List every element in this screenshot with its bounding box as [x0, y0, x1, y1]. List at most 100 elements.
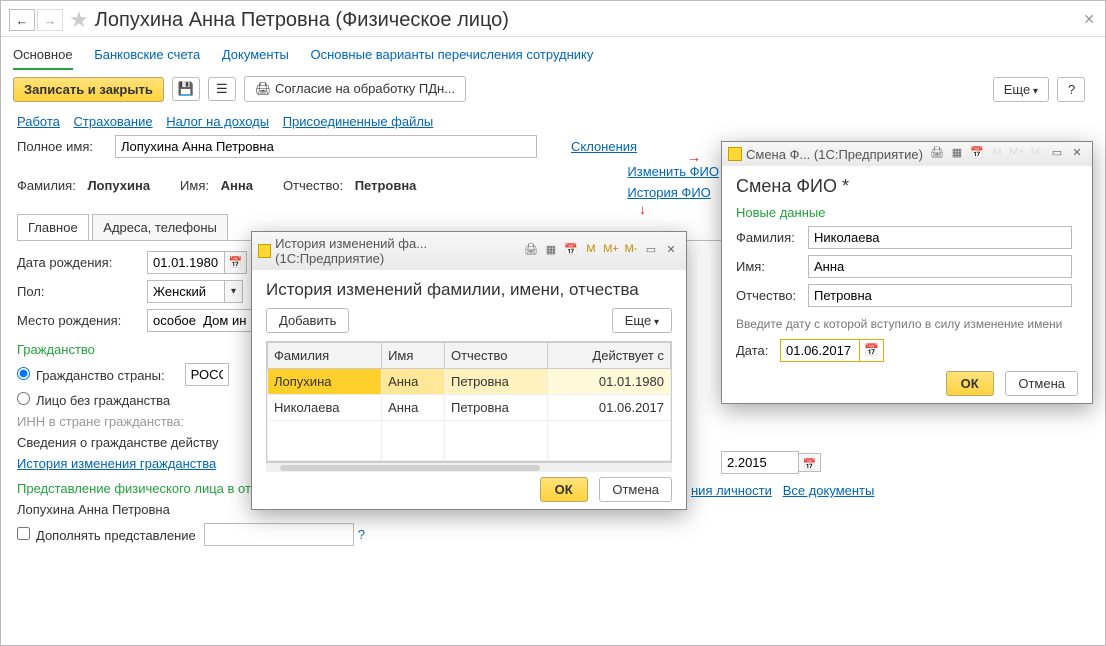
- history-modal: История изменений фа... (1C:Предприятие)…: [251, 231, 687, 510]
- link-files[interactable]: Присоединенные файлы: [283, 114, 434, 129]
- partial-date-input[interactable]: [721, 451, 799, 474]
- print-icon[interactable]: 🖨: [928, 146, 946, 162]
- m-icon: M: [988, 146, 1006, 162]
- doc-links: ния личности Все документы: [691, 483, 874, 498]
- extend-rep-input[interactable]: [204, 523, 354, 546]
- consent-button[interactable]: 🖨 Согласие на обработку ПДн...: [244, 76, 466, 102]
- extend-rep-checkbox[interactable]: Дополнять представление: [17, 527, 196, 543]
- calendar-icon[interactable]: 📅: [859, 340, 883, 361]
- pob-input[interactable]: [147, 309, 257, 332]
- calc-icon[interactable]: ▦: [542, 243, 560, 259]
- history-cancel-button[interactable]: Отмена: [599, 477, 672, 502]
- link-insurance[interactable]: Страхование: [74, 114, 153, 129]
- mplus-icon[interactable]: M+: [602, 243, 620, 259]
- history-add-button[interactable]: Добавить: [266, 308, 349, 333]
- all-docs-link[interactable]: Все документы: [783, 483, 875, 498]
- more-button[interactable]: Еще: [993, 77, 1049, 102]
- nav-forward-button[interactable]: →: [37, 9, 63, 31]
- link-tax[interactable]: Налог на доходы: [166, 114, 269, 129]
- save-close-button[interactable]: Записать и закрыть: [13, 77, 164, 102]
- change-fio-modal: Смена Ф... (1C:Предприятие) 🖨 ▦ 📅 M M+ M…: [721, 141, 1093, 404]
- calendar-icon[interactable]: 📅: [968, 146, 986, 162]
- col-from[interactable]: Действует с: [548, 343, 671, 369]
- dob-input[interactable]: [147, 251, 225, 274]
- app-1c-icon: [728, 147, 742, 161]
- change-cancel-button[interactable]: Отмена: [1005, 371, 1078, 396]
- header: ← → ★ Лопухина Анна Петровна (Физическое…: [1, 1, 1105, 37]
- m-icon[interactable]: M: [582, 243, 600, 259]
- maximize-icon[interactable]: ▭: [1048, 146, 1066, 162]
- sex-label: Пол:: [17, 284, 147, 299]
- col-last[interactable]: Фамилия: [268, 343, 382, 369]
- new-last-input[interactable]: [808, 226, 1072, 249]
- fullname-input[interactable]: [115, 135, 537, 158]
- citizenship-country-input[interactable]: [185, 363, 229, 386]
- new-mid-label: Отчество:: [736, 288, 808, 303]
- history-ok-button[interactable]: ОК: [540, 477, 588, 502]
- close-icon[interactable]: ✕: [662, 243, 680, 259]
- help-button[interactable]: ?: [1057, 77, 1085, 102]
- declensions-link[interactable]: Склонения: [571, 139, 637, 154]
- tab-bank[interactable]: Банковские счета: [94, 47, 200, 62]
- fullname-label: Полное имя:: [17, 139, 115, 154]
- history-fio-link[interactable]: История ФИО: [627, 185, 719, 200]
- stateless-radio[interactable]: Лицо без гражданства: [17, 392, 170, 408]
- history-modal-titlebar[interactable]: История изменений фа... (1C:Предприятие)…: [252, 232, 686, 270]
- print-icon[interactable]: 🖨: [522, 243, 540, 259]
- history-scrollbar[interactable]: [266, 462, 672, 472]
- calendar-icon[interactable]: 📅: [799, 453, 821, 472]
- change-fio-link[interactable]: Изменить ФИО: [627, 164, 719, 179]
- history-modal-title: История изменений фамилии, имени, отчест…: [252, 270, 686, 308]
- tab-detail-addr[interactable]: Адреса, телефоны: [92, 214, 228, 240]
- history-more-button[interactable]: Еще: [612, 308, 672, 333]
- new-first-label: Имя:: [736, 259, 808, 274]
- mplus-icon: M+: [1008, 146, 1026, 162]
- mminus-icon[interactable]: M-: [622, 243, 640, 259]
- toolbar: Записать и закрыть 💾 ☰ 🖨 Согласие на обр…: [1, 72, 1105, 110]
- identity-link[interactable]: ния личности: [691, 483, 772, 498]
- last-label: Фамилия:: [17, 178, 76, 193]
- favorite-star-icon[interactable]: ★: [69, 7, 89, 33]
- change-modal-title: Смена ФИО *: [736, 172, 1078, 203]
- main-window: ← → ★ Лопухина Анна Петровна (Физическое…: [0, 0, 1106, 646]
- close-icon[interactable]: ✕: [1083, 11, 1095, 28]
- change-modal-titlebar[interactable]: Смена Ф... (1C:Предприятие) 🖨 ▦ 📅 M M+ M…: [722, 142, 1092, 166]
- sex-input[interactable]: [147, 280, 225, 303]
- col-first[interactable]: Имя: [382, 343, 445, 369]
- sub-links: Работа Страхование Налог на доходы Присо…: [17, 114, 1089, 129]
- history-grid[interactable]: Фамилия Имя Отчество Действует с Лопухин…: [266, 341, 672, 462]
- tab-docs[interactable]: Документы: [222, 47, 289, 62]
- table-row[interactable]: Лопухина Анна Петровна 01.01.1980: [268, 369, 671, 395]
- change-ok-button[interactable]: ОК: [946, 371, 994, 396]
- dob-label: Дата рождения:: [17, 255, 147, 270]
- new-mid-input[interactable]: [808, 284, 1072, 307]
- tab-detail-main[interactable]: Главное: [17, 214, 89, 240]
- first-value: Анна: [221, 178, 253, 193]
- nav-back-button[interactable]: ←: [9, 9, 35, 31]
- history-modal-caption: История изменений фа... (1C:Предприятие): [275, 236, 521, 266]
- fio-actions: Изменить ФИО История ФИО: [627, 164, 719, 206]
- tab-transfer[interactable]: Основные варианты перечисления сотрудник…: [311, 47, 594, 62]
- tab-main[interactable]: Основное: [13, 47, 73, 70]
- change-date-label: Дата:: [736, 343, 780, 358]
- sex-dropdown-icon[interactable]: ▾: [225, 280, 243, 303]
- link-work[interactable]: Работа: [17, 114, 60, 129]
- calendar-icon[interactable]: 📅: [562, 243, 580, 259]
- partial-date-block: 📅: [721, 451, 821, 474]
- calc-icon[interactable]: ▦: [948, 146, 966, 162]
- table-row[interactable]: Николаева Анна Петровна 01.06.2017: [268, 395, 671, 421]
- maximize-icon[interactable]: ▭: [642, 243, 660, 259]
- calendar-icon[interactable]: 📅: [225, 251, 247, 274]
- change-date-input[interactable]: [781, 340, 859, 361]
- mid-label: Отчество:: [283, 178, 343, 193]
- save-button[interactable]: 💾: [172, 77, 200, 101]
- help-icon[interactable]: ?: [358, 527, 365, 542]
- new-first-input[interactable]: [808, 255, 1072, 278]
- app-1c-icon: [258, 244, 271, 258]
- close-icon[interactable]: ✕: [1068, 146, 1086, 162]
- col-mid[interactable]: Отчество: [444, 343, 547, 369]
- citizenship-history-link[interactable]: История изменения гражданства: [17, 456, 216, 471]
- citizenship-country-radio[interactable]: Гражданство страны:: [17, 367, 165, 383]
- list-button[interactable]: ☰: [208, 77, 236, 101]
- change-date-hint: Введите дату с которой вступило в силу и…: [736, 317, 1078, 331]
